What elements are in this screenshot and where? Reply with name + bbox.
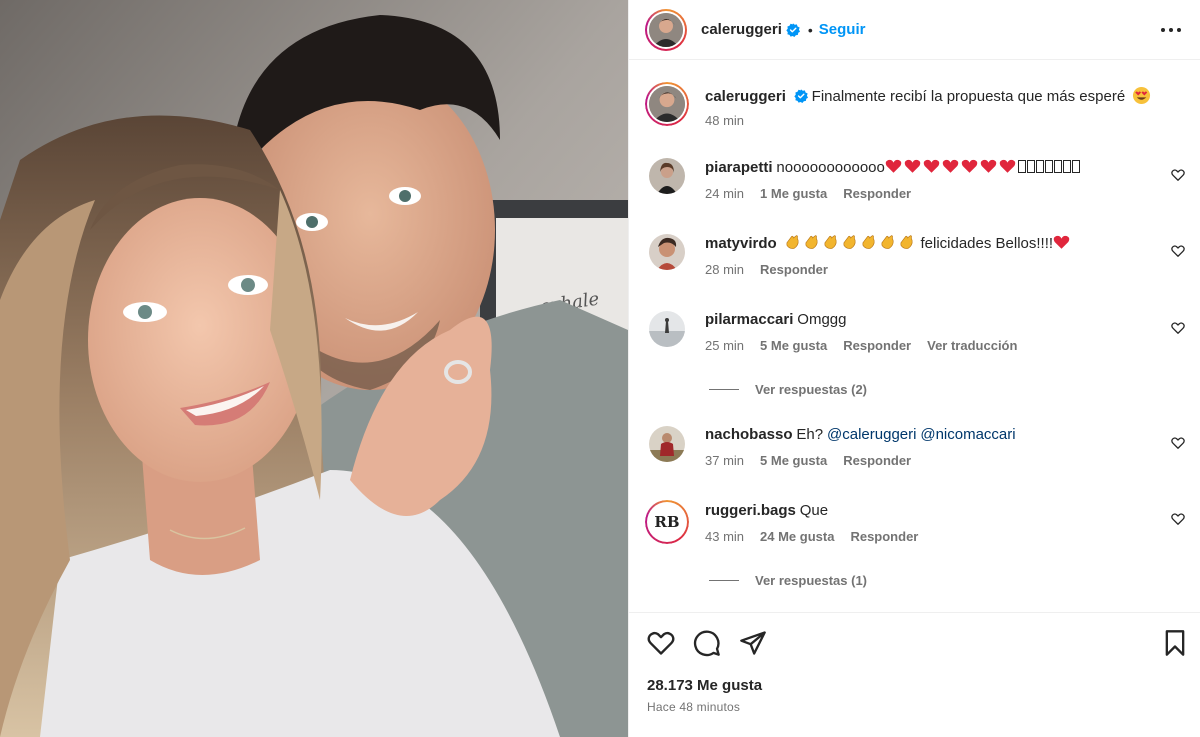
post-detail-panel: caleruggeri • Seguir caleruggeri Finalme…	[628, 0, 1200, 737]
view-replies-button[interactable]: Ver respuestas (1)	[709, 573, 867, 588]
missing-glyph-boxes	[1017, 159, 1081, 175]
comment-username[interactable]: pilarmaccari	[705, 311, 793, 328]
like-comment-icon[interactable]	[1171, 436, 1185, 450]
author-avatar[interactable]	[645, 8, 687, 51]
comment-time: 25 min	[705, 338, 745, 353]
comment-likes-count[interactable]: 24 Me gusta	[760, 529, 834, 544]
view-replies-label: Ver respuestas (1)	[755, 573, 868, 588]
comment-likes-count[interactable]: 5 Me gusta	[760, 453, 827, 468]
comment-row: pilarmaccari Omggg 25 min 5 Me gusta Res…	[645, 311, 1185, 371]
reply-button[interactable]: Responder	[760, 262, 828, 277]
commenter-avatar[interactable]	[649, 426, 685, 462]
commenter-avatar[interactable]: RB	[645, 500, 689, 544]
comment-time: 37 min	[705, 453, 745, 468]
post-timestamp: Hace 48 minutos	[647, 700, 741, 714]
caption-avatar[interactable]	[645, 82, 689, 126]
heart-eyes-emoji-icon	[1133, 86, 1151, 105]
post-caption: caleruggeri Finalmente recibí la propues…	[645, 82, 1185, 138]
comment-text: felicidades Bellos!!!!	[920, 235, 1054, 252]
comment-text: Eh?	[796, 426, 824, 443]
likes-count[interactable]: 28.173 Me gusta	[647, 677, 762, 694]
comments-list[interactable]: caleruggeri Finalmente recibí la propues…	[629, 60, 1200, 612]
comment-bubble-icon[interactable]	[693, 629, 721, 657]
reply-button[interactable]: Responder	[843, 186, 911, 201]
comment-username[interactable]: piarapetti	[705, 159, 773, 176]
reply-button[interactable]: Responder	[843, 338, 911, 353]
commenter-avatar[interactable]	[649, 158, 685, 194]
caption-time: 48 min	[705, 113, 745, 128]
post-photo[interactable]: exhale	[0, 0, 628, 737]
reply-button[interactable]: Responder	[843, 453, 911, 468]
follow-button[interactable]: Seguir	[819, 21, 866, 38]
comment-text: Omggg	[797, 311, 847, 328]
save-bookmark-icon[interactable]	[1161, 629, 1189, 657]
comment-text: noooooooooooo	[776, 159, 885, 176]
comment-row: RB ruggeri.bags Que 43 min 24 Me gusta R…	[645, 500, 1185, 562]
commenter-avatar[interactable]	[649, 311, 685, 347]
comment-username[interactable]: ruggeri.bags	[705, 502, 796, 519]
view-replies-label: Ver respuestas (2)	[755, 382, 868, 397]
comment-username[interactable]: matyvirdo	[705, 235, 777, 252]
red-heart-emoji-icon	[1053, 235, 1070, 249]
view-replies-button[interactable]: Ver respuestas (2)	[709, 382, 867, 397]
like-comment-icon[interactable]	[1171, 321, 1185, 335]
verified-badge-icon	[786, 22, 800, 37]
separator-dot: •	[807, 21, 813, 38]
mention-link[interactable]: @nicomaccari	[920, 426, 1015, 443]
author-username[interactable]: caleruggeri	[701, 21, 782, 38]
comment-username[interactable]: nachobasso	[705, 426, 793, 443]
clapping-hands-emoji-icon	[784, 235, 921, 251]
like-comment-icon[interactable]	[1171, 168, 1185, 182]
comment-likes-count[interactable]: 1 Me gusta	[760, 186, 827, 201]
comment-text: Que	[799, 502, 829, 519]
mention-link[interactable]: @caleruggeri	[827, 426, 916, 443]
like-heart-icon[interactable]	[647, 629, 675, 657]
comment-time: 24 min	[705, 186, 745, 201]
replies-divider-line	[709, 389, 739, 390]
replies-divider-line	[709, 580, 739, 581]
comment-time: 28 min	[705, 262, 745, 277]
commenter-avatar[interactable]	[649, 234, 685, 270]
comment-row: matyvirdo felicidades Bellos!!!! 28 min …	[645, 234, 1185, 294]
caption-username[interactable]: caleruggeri	[705, 88, 786, 105]
comment-row: piarapetti noooooooooooo 24 min 1 Me gus…	[645, 158, 1185, 218]
comment-time: 43 min	[705, 529, 745, 544]
red-hearts-emoji-icon	[885, 159, 1018, 175]
post-actions-bar: 28.173 Me gusta Hace 48 minutos	[629, 612, 1200, 737]
verified-badge-icon	[794, 89, 808, 103]
comment-row: nachobasso Eh? @caleruggeri @nicomaccari…	[645, 426, 1185, 486]
share-paper-plane-icon[interactable]	[739, 629, 767, 657]
brand-logo-text: RB	[654, 513, 680, 531]
reply-button[interactable]: Responder	[850, 529, 918, 544]
like-comment-icon[interactable]	[1171, 244, 1185, 258]
more-options-icon[interactable]	[1159, 20, 1183, 40]
post-header: caleruggeri • Seguir	[629, 0, 1200, 60]
caption-text: Finalmente recibí la propuesta que más e…	[811, 88, 1126, 105]
translate-button[interactable]: Ver traducción	[927, 338, 1017, 353]
comment-likes-count[interactable]: 5 Me gusta	[760, 338, 827, 353]
like-comment-icon[interactable]	[1171, 512, 1185, 526]
